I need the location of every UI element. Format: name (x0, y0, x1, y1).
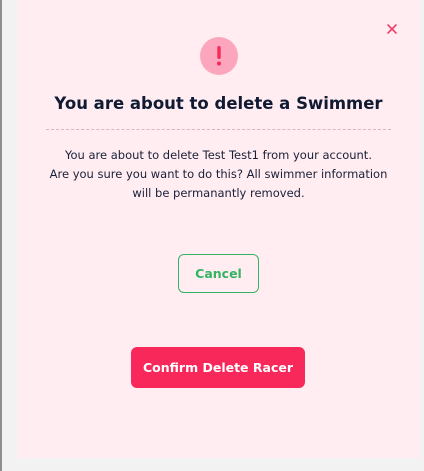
confirm-delete-button[interactable]: Confirm Delete Racer (131, 347, 305, 388)
close-icon (387, 24, 397, 34)
exclamation-icon (217, 46, 221, 66)
message-line: You are about to delete Test Test1 from … (65, 148, 372, 162)
cancel-button[interactable]: Cancel (178, 254, 259, 293)
modal-message: You are about to delete Test Test1 from … (31, 146, 406, 203)
alert-badge (200, 37, 238, 75)
title-divider (46, 129, 391, 130)
modal-title: You are about to delete a Swimmer (54, 94, 383, 113)
message-line: will be permanantly removed. (132, 186, 305, 200)
message-line: Are you sure you want to do this? All sw… (49, 167, 388, 181)
delete-swimmer-modal: You are about to delete a Swimmer You ar… (17, 0, 420, 458)
close-button[interactable] (385, 21, 399, 35)
